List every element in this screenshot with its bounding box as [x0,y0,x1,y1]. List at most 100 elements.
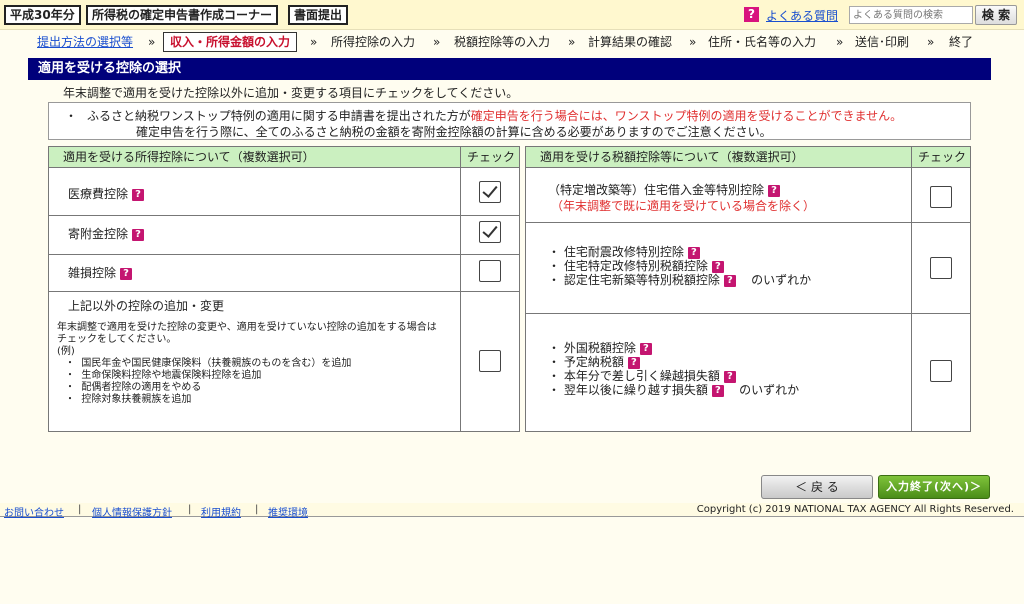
help-icon[interactable]: ? [723,370,736,383]
tax-credit-header: 適用を受ける税額控除等について（複数選択可） [526,147,912,168]
any-of-suffix: のいずれか [739,383,800,397]
step-separator: » [433,35,441,49]
tax-credit-panel: 適用を受ける税額控除等について（複数選択可） チェック （特定増改築等）住宅借入… [525,146,971,432]
copyright: Copyright (c) 2019 NATIONAL TAX AGENCY A… [696,504,1014,515]
step-separator: » [836,35,844,49]
bullet-icon: ・ [65,370,75,381]
notice-warning-text: 確定申告を行う場合には、ワンストップ特例の適用を受けることができません。 [470,109,903,123]
foreign-tax-group: ・ 外国税額控除? ・ 予定納税額? ・ 本年分で差し引く繰越損失額? ・ 翌年… [548,341,799,397]
bullet-icon: ・ [548,259,561,273]
other-deductions-title: 上記以外の控除の追加・変更 [68,299,225,313]
step-separator: » [148,35,156,49]
help-icon[interactable]: ? [120,267,133,280]
housing-renovation-group: ・ 住宅耐震改修特別控除? ・ 住宅特定改修特別税額控除? ・ 認定住宅新築等特… [548,245,811,287]
help-icon[interactable]: ? [639,342,652,355]
step-separator: » [568,35,576,49]
help-icon[interactable]: ? [711,384,724,397]
other-deductions-checkbox[interactable] [479,350,501,372]
list-item: ・ 外国税額控除? [548,341,799,355]
step-income-input-current: 収入・所得金額の入力 [163,32,298,52]
housing-loan-note: （年末調整で既に適用を受けている場合を除く） [551,199,816,213]
bullet-icon: ・ [65,109,78,123]
footer: お問い合わせ | 個人情報保護方針 | 利用規約 | 推奨環境 Copyrigh… [0,503,1024,519]
faq-help-icon[interactable]: ? [744,7,759,22]
step-result-confirm: 計算結果の確認 [588,35,673,49]
step-finish: 終了 [949,35,974,49]
step-submission-method[interactable]: 提出方法の選択等 [37,34,133,50]
list-item: ・ 翌年以後に繰り越す損失額? のいずれか [548,383,800,397]
bullet-icon: ・ [548,355,561,369]
medical-expense-row: 医療費控除? [68,185,145,202]
row-divider [526,222,970,223]
help-icon[interactable]: ? [723,274,736,287]
list-item: ・ 予定納税額? [548,355,799,369]
housing-loan-row: （特定増改築等）住宅借入金等特別控除? [548,181,781,198]
notice-line-2: 確定申告を行う際に、全てのふるさと納税の金額を寄附金控除額の計算に含める必要があ… [136,125,772,139]
income-deduction-header: 適用を受ける所得控除について（複数選択可） [49,147,461,168]
list-item: ・ 本年分で差し引く繰越損失額? [548,369,799,383]
top-bar: 平成30年分 所得税の確定申告書作成コーナー 書面提出 ? よくある質問 検 索 [0,0,1024,30]
bullet-icon: ・ [548,245,561,259]
column-divider [911,147,912,431]
help-icon[interactable]: ? [627,356,640,369]
step-navigation: 提出方法の選択等 » 収入・所得金額の入力 » 所得控除の入力 » 税額控除等の… [0,32,1024,52]
privacy-policy-link[interactable]: 個人情報保護方針 [92,504,172,519]
recommended-env-link[interactable]: 推奨環境 [268,504,308,519]
step-income-deduction: 所得控除の入力 [331,35,416,49]
housing-loan-checkbox[interactable] [930,186,952,208]
contact-link[interactable]: お問い合わせ [4,504,64,519]
foreign-tax-checkbox[interactable] [930,360,952,382]
column-divider [460,147,461,431]
medical-expense-checkbox[interactable] [479,181,501,203]
intro-instruction: 年末調整で適用を受けた控除以外に追加・変更する項目にチェックをしてください。 [63,86,519,100]
list-item: ・ 住宅特定改修特別税額控除? [548,259,811,273]
footer-separator: | [78,504,82,515]
step-separator: » [689,35,697,49]
footer-separator: | [255,504,259,515]
faq-search-input[interactable] [849,6,973,24]
help-icon[interactable]: ? [768,184,781,197]
bullet-icon: ・ [548,383,561,397]
help-icon[interactable]: ? [711,260,724,273]
help-icon[interactable]: ? [687,246,700,259]
notice-text: ふるさと納税ワンストップ特例の適用に関する申請書を提出された方が [87,109,471,123]
bullet-icon: ・ [548,341,561,355]
check-column-header: チェック [912,147,970,168]
faq-link[interactable]: よくある質問 [766,7,838,24]
example-item: ・ 生命保険料控除や地震保険料控除を追加 [65,370,262,381]
income-deduction-panel: 適用を受ける所得控除について（複数選択可） チェック 医療費控除? 寄附金控除?… [48,146,520,432]
description-line: 年末調整で適用を受けた控除の変更や、適用を受けていない控除の追加をする場合は [57,322,437,333]
any-of-suffix: のいずれか [751,273,812,287]
faq-search-button[interactable]: 検 索 [975,5,1017,25]
list-item: ・ 認定住宅新築等特別税額控除? のいずれか [548,273,812,287]
check-column-header: チェック [461,147,519,168]
example-item: ・ 控除対象扶養親族を追加 [65,394,192,405]
help-icon[interactable]: ? [132,228,145,241]
back-button[interactable]: ＜ 戻 る [761,475,873,499]
donation-checkbox[interactable] [479,221,501,243]
row-divider [526,313,970,314]
description-line: チェックをしてください。 [57,334,177,345]
submission-mode-tag: 書面提出 [288,5,349,25]
furusato-notice: ・ ふるさと納税ワンストップ特例の適用に関する申請書を提出された方が確定申告を行… [48,102,971,140]
casualty-loss-label: 雑損控除 [68,266,117,280]
terms-link[interactable]: 利用規約 [201,504,241,519]
casualty-loss-row: 雑損控除? [68,264,133,281]
housing-renovation-checkbox[interactable] [930,257,952,279]
donation-label: 寄附金控除 [68,227,129,241]
bullet-icon: ・ [548,273,561,287]
bullet-icon: ・ [65,382,75,393]
next-button[interactable]: 入力終了(次へ)＞ [878,475,990,499]
example-item: ・ 配偶者控除の適用をやめる [65,382,202,393]
row-divider [49,254,519,255]
help-icon[interactable]: ? [132,188,145,201]
example-item: ・ 国民年金や国民健康保険料（扶養親族のものを含む）を追加 [65,358,352,369]
bullet-icon: ・ [65,394,75,405]
other-deductions-description: 年末調整で適用を受けた控除の変更や、適用を受けていない控除の追加をする場合は チ… [57,322,437,406]
row-divider [49,291,519,292]
corner-title-tag: 所得税の確定申告書作成コーナー [86,5,279,25]
casualty-loss-checkbox[interactable] [479,260,501,282]
tax-year-tag: 平成30年分 [4,5,81,25]
step-send-print: 送信･印刷 [855,35,910,49]
step-separator: » [927,35,935,49]
